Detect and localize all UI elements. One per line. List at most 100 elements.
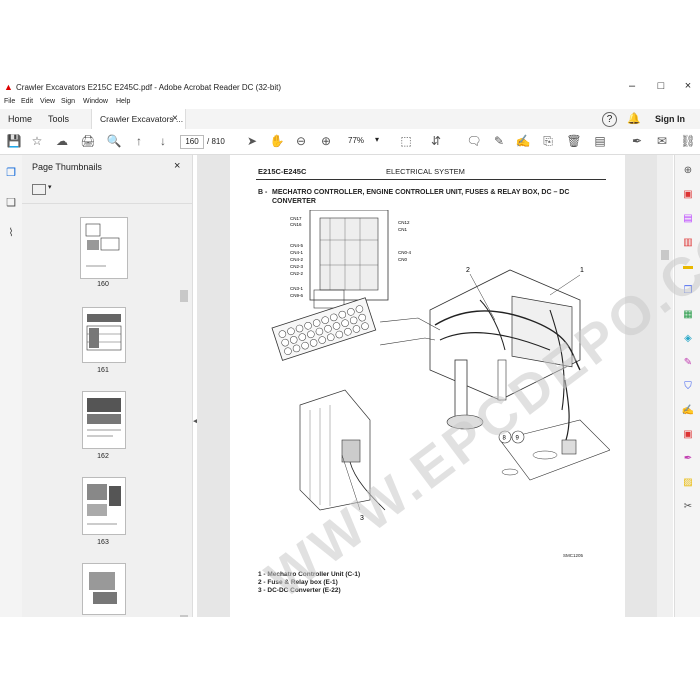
sign-in-button[interactable]: Sign In bbox=[655, 114, 685, 124]
more-tools-wrench-icon[interactable]: ✂ bbox=[680, 499, 696, 515]
menu-view[interactable]: View bbox=[40, 98, 55, 105]
thumbnail-page-161[interactable] bbox=[82, 307, 126, 363]
connector-label: CN4-2 bbox=[290, 257, 304, 262]
pdf-page: E215C-E245C ELECTRICAL SYSTEM B - MECHAT… bbox=[230, 155, 625, 695]
print-icon[interactable]: 🖨 bbox=[80, 134, 96, 148]
thumbnail-page-160[interactable] bbox=[80, 217, 128, 279]
controller-connector-board bbox=[319, 217, 379, 291]
tab-tools[interactable]: Tools bbox=[48, 114, 69, 124]
left-navigation-rail: ❐ ❑ ⌇ bbox=[0, 155, 23, 695]
thumbnail-164-graphic bbox=[89, 572, 117, 604]
search-tools-icon[interactable]: ⊕ bbox=[680, 163, 696, 179]
thumbnail-options-dropdown-icon[interactable]: ▾ bbox=[48, 183, 52, 191]
minimize-button[interactable]: – bbox=[622, 80, 642, 92]
fill-sign-icon[interactable]: ✒ bbox=[629, 134, 645, 148]
menu-bar: File Edit View Sign Window Help bbox=[0, 97, 700, 109]
attachments-paperclip-icon[interactable]: ⌇ bbox=[3, 225, 19, 241]
page-total: / 810 bbox=[207, 137, 225, 146]
zoom-out-icon[interactable]: ⊖ bbox=[293, 134, 309, 148]
comment-icon[interactable]: 🗨 bbox=[466, 134, 482, 148]
select-cursor-icon[interactable]: ➤ bbox=[244, 134, 260, 148]
fit-page-icon[interactable]: ⬚ bbox=[398, 134, 414, 148]
doc-header-section: ELECTRICAL SYSTEM bbox=[386, 167, 465, 176]
delete-icon[interactable]: 🗑 bbox=[566, 134, 582, 148]
highlight-pen-icon[interactable]: ✎ bbox=[491, 134, 507, 148]
menu-edit[interactable]: Edit bbox=[21, 98, 33, 105]
close-tab-icon[interactable]: × bbox=[172, 113, 178, 124]
tab-home[interactable]: Home bbox=[8, 114, 32, 124]
hand-tool-icon[interactable]: ✋ bbox=[269, 134, 285, 148]
thumbnails-panel: Page Thumbnails × ▾ 160 161 162 163 bbox=[22, 155, 193, 695]
connector-label: CN0 bbox=[398, 257, 407, 262]
prepare-form-icon[interactable]: ✒ bbox=[680, 451, 696, 467]
notification-bell-icon[interactable]: 🔔 bbox=[627, 112, 641, 125]
help-icon[interactable]: ? bbox=[602, 112, 617, 127]
dc-dc-converter bbox=[341, 439, 361, 463]
create-pdf-icon[interactable]: ▣ bbox=[680, 187, 696, 203]
thumbnail-page-163[interactable] bbox=[82, 477, 126, 535]
fuse-relay-box-drawing bbox=[271, 297, 377, 361]
tab-bar: Home Tools Crawler Excavators ... × ? 🔔 … bbox=[0, 109, 700, 130]
send-for-comments-icon[interactable]: ▨ bbox=[680, 475, 696, 491]
maximize-button[interactable]: □ bbox=[651, 80, 671, 92]
next-page-icon[interactable]: ↓ bbox=[155, 134, 171, 148]
zoom-search-icon[interactable]: 🔍 bbox=[106, 134, 122, 148]
thumbnail-label-163: 163 bbox=[97, 539, 109, 546]
scan-ocr-icon[interactable]: ◈ bbox=[680, 331, 696, 347]
request-signatures-icon[interactable]: ✍ bbox=[680, 403, 696, 419]
tab-document[interactable]: Crawler Excavators ... × bbox=[91, 109, 186, 129]
menu-help[interactable]: Help bbox=[116, 98, 130, 105]
callout-2: 2 bbox=[466, 267, 470, 274]
upload-cloud-icon[interactable]: ☁ bbox=[54, 134, 70, 148]
callout-1: 1 bbox=[580, 267, 584, 274]
thumbnails-panel-title: Page Thumbnails bbox=[32, 162, 102, 172]
workspace: ❐ ❑ ⌇ Page Thumbnails × ▾ 160 161 162 16… bbox=[0, 155, 700, 695]
save-icon[interactable]: 💾 bbox=[6, 134, 22, 148]
stamp-icon[interactable]: ⎘ bbox=[540, 134, 556, 148]
acrobat-window: ▲ Crawler Excavators E215C E245C.pdf - A… bbox=[0, 77, 700, 695]
thumbnail-160-graphic bbox=[85, 223, 120, 267]
connector-label: CN17 bbox=[290, 216, 302, 221]
compress-pdf-icon[interactable]: ▣ bbox=[680, 427, 696, 443]
share-link-icon[interactable]: ⛓ bbox=[680, 134, 696, 148]
zoom-in-icon[interactable]: ⊕ bbox=[318, 134, 334, 148]
connector-label: CN1 bbox=[398, 227, 407, 232]
figure-code: SMC1205 bbox=[563, 553, 584, 558]
email-icon[interactable]: ✉ bbox=[654, 134, 670, 148]
thumbnail-page-164[interactable] bbox=[82, 563, 126, 615]
edit-pdf-icon[interactable]: ▤ bbox=[680, 211, 696, 227]
menu-sign[interactable]: Sign bbox=[61, 98, 75, 105]
scroll-mode-icon[interactable]: ⇵ bbox=[428, 134, 444, 148]
draw-icon[interactable]: ✍ bbox=[515, 134, 531, 148]
fill-and-sign-icon[interactable]: ✎ bbox=[680, 355, 696, 371]
document-vertical-scrollbar[interactable] bbox=[657, 155, 673, 695]
thumbnail-label-161: 161 bbox=[97, 367, 109, 374]
thumbnail-page-162[interactable] bbox=[82, 391, 126, 449]
menu-file[interactable]: File bbox=[4, 98, 15, 105]
menu-window[interactable]: Window bbox=[83, 98, 108, 105]
zoom-level[interactable]: 77% bbox=[348, 136, 364, 145]
doc-header-model: E215C-E245C bbox=[258, 167, 307, 176]
thumbnail-scrollbar-thumb[interactable] bbox=[180, 290, 188, 302]
top-margin bbox=[0, 0, 700, 77]
bookmarks-icon[interactable]: ❑ bbox=[3, 195, 19, 211]
more-tools-icon[interactable]: ▤ bbox=[592, 134, 608, 148]
thumbnail-161-graphic bbox=[86, 314, 122, 351]
connector-label: CN16 bbox=[290, 222, 302, 227]
section-title-line2: CONVERTER bbox=[272, 198, 316, 205]
thumbnail-label-160: 160 bbox=[97, 281, 109, 288]
thumbnail-options-icon[interactable] bbox=[32, 184, 46, 195]
previous-page-icon[interactable]: ↑ bbox=[131, 134, 147, 148]
protect-shield-icon[interactable]: ⛉ bbox=[680, 379, 696, 395]
connector-label: CN9-6 bbox=[290, 293, 304, 298]
page-thumbnails-icon[interactable]: ❐ bbox=[3, 165, 19, 181]
bottom-margin bbox=[0, 617, 700, 700]
close-panel-icon[interactable]: × bbox=[174, 160, 180, 172]
close-window-button[interactable]: × bbox=[678, 80, 698, 92]
bookmark-star-icon[interactable]: ☆ bbox=[29, 134, 45, 148]
connector-label: CN3-1 bbox=[290, 286, 304, 291]
zoom-dropdown-icon[interactable]: ▾ bbox=[375, 135, 379, 144]
page-number-input[interactable]: 160 bbox=[180, 135, 204, 149]
thumbnail-162-graphic bbox=[87, 398, 121, 437]
title-bar: ▲ Crawler Excavators E215C E245C.pdf - A… bbox=[0, 77, 700, 97]
